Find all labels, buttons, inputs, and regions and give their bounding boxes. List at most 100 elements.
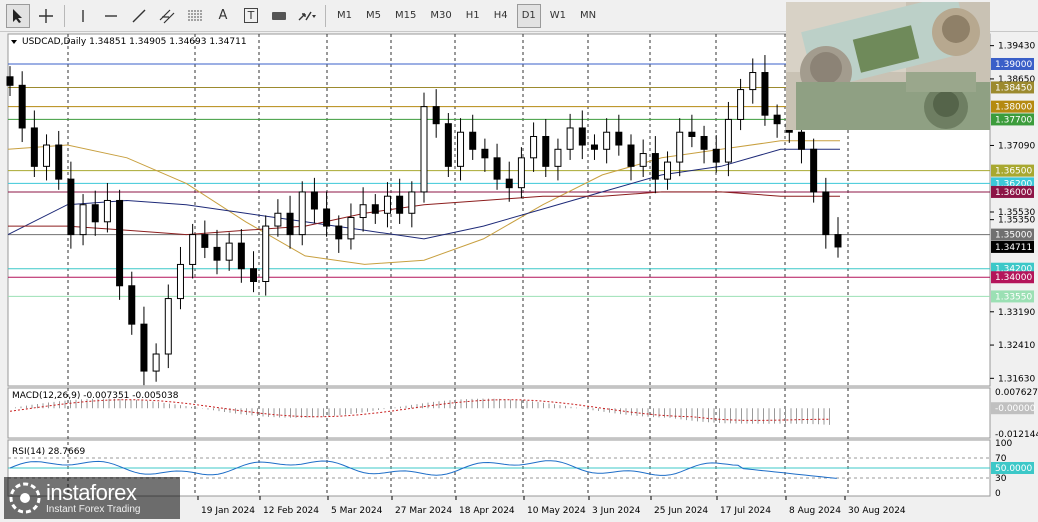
date-label: 30 Aug 2024	[848, 506, 906, 516]
candle-body	[128, 285, 136, 325]
timeframe-m5[interactable]: M5	[361, 4, 386, 28]
timeframe-m1[interactable]: M1	[332, 4, 357, 28]
candle-body	[493, 157, 501, 180]
candle-body	[469, 131, 477, 150]
price-label: 1.32410	[998, 341, 1035, 351]
horizontal-line-icon[interactable]	[99, 4, 123, 28]
candle-body	[590, 144, 598, 150]
candle-body	[396, 195, 404, 214]
price-label: 1.39000	[995, 60, 1032, 70]
candle-body	[103, 199, 111, 223]
candle-body	[225, 242, 233, 261]
candle-body	[91, 204, 99, 223]
rsi-label: RSI(14) 28.7669	[12, 447, 85, 457]
candle-body	[189, 234, 197, 265]
timeframe-d1[interactable]: D1	[516, 3, 541, 28]
candle-body	[700, 135, 708, 150]
candle-body	[262, 225, 270, 283]
price-label: 1.34711	[995, 243, 1032, 253]
candle-body	[822, 191, 830, 236]
price-label: 1.36000	[995, 188, 1032, 198]
candle-body	[761, 72, 769, 116]
candle-body	[310, 191, 318, 210]
rectangle-icon[interactable]	[267, 4, 291, 28]
candle-body	[749, 72, 757, 91]
price-label: 1.33550	[995, 292, 1032, 302]
macd-scale-label: -0.00000	[995, 404, 1036, 414]
candle-body	[432, 106, 440, 125]
candle-body	[408, 191, 416, 214]
toolbar-separator	[325, 4, 326, 27]
candle-body	[250, 268, 258, 283]
macd-label: MACD(12,26,9) -0.007351 -0.005038	[12, 391, 179, 401]
price-label: 1.39430	[998, 42, 1035, 52]
date-label: 18 Apr 2024	[459, 506, 515, 516]
text-label-icon[interactable]: T	[239, 4, 263, 28]
candle-body	[664, 161, 672, 180]
rsi-scale-label: 30	[995, 474, 1007, 484]
text-icon[interactable]: A	[211, 4, 235, 28]
candle-body	[651, 153, 659, 180]
candle-body	[688, 131, 696, 137]
rsi-scale-label: 100	[995, 439, 1012, 449]
candle-body	[383, 195, 391, 214]
candle-body	[566, 127, 574, 150]
candle-body	[797, 131, 805, 150]
date-label: 8 Aug 2024	[789, 506, 841, 516]
candle-body	[18, 84, 26, 129]
trend-line-icon[interactable]	[127, 4, 151, 28]
crosshair-icon[interactable]	[34, 4, 58, 28]
candle-body	[615, 131, 623, 146]
toolbar-separator	[64, 4, 65, 27]
date-label: 27 Mar 2024	[395, 506, 452, 516]
candle-body	[773, 114, 781, 125]
candle-body	[737, 89, 745, 120]
price-label: 1.37700	[995, 115, 1032, 125]
candle-body	[30, 127, 38, 167]
timeframe-w1[interactable]: W1	[545, 4, 571, 28]
candle-body	[505, 178, 513, 189]
price-label: 1.35000	[995, 231, 1032, 241]
candle-body	[676, 131, 684, 163]
candle-body	[335, 225, 343, 240]
timeframe-m30[interactable]: M30	[425, 4, 456, 28]
candle-body	[359, 204, 367, 219]
arrows-icon[interactable]	[295, 4, 319, 28]
price-label: 1.33190	[998, 308, 1035, 318]
candle-body	[347, 217, 355, 240]
timeframe-mn[interactable]: MN	[575, 4, 601, 28]
timeframe-group: M1 M5 M15 M30 H1 H4 D1 W1 MN	[332, 3, 605, 28]
price-label: 1.38450	[995, 83, 1032, 93]
date-label: 3 Jun 2024	[592, 506, 641, 516]
channel-icon[interactable]	[155, 4, 179, 28]
vertical-line-icon[interactable]	[71, 4, 95, 28]
price-label: 1.37090	[998, 141, 1035, 151]
candle-body	[286, 212, 294, 236]
candle-body	[420, 106, 428, 193]
timeframe-h1[interactable]: H1	[461, 4, 485, 28]
rsi-scale-label: 0	[995, 489, 1001, 499]
text-label-glyph: T	[243, 8, 259, 23]
watermark-subtitle: Instant Forex Trading	[46, 503, 141, 515]
timeframe-m15[interactable]: M15	[390, 4, 421, 28]
date-label: 19 Jan 2024	[201, 506, 255, 516]
candle-body	[834, 234, 842, 248]
price-label: 1.35350	[998, 216, 1035, 226]
fibonacci-icon[interactable]	[183, 4, 207, 28]
candle-body	[578, 127, 586, 146]
candle-body	[213, 246, 221, 261]
candle-body	[298, 191, 306, 236]
candle-body	[67, 178, 75, 236]
arrow-cursor-icon[interactable]	[6, 3, 30, 28]
timeframe-h4[interactable]: H4	[489, 4, 513, 28]
candle-body	[554, 148, 562, 167]
candle-body	[481, 148, 489, 159]
candle-body	[517, 157, 525, 189]
macd-scale-label: 0.007627	[995, 388, 1038, 398]
candle-body	[603, 131, 611, 150]
price-label: 1.31630	[998, 374, 1035, 384]
candle-body	[371, 204, 379, 214]
candle-body	[457, 131, 465, 167]
candle-body	[724, 118, 732, 163]
candle-body	[176, 263, 184, 300]
